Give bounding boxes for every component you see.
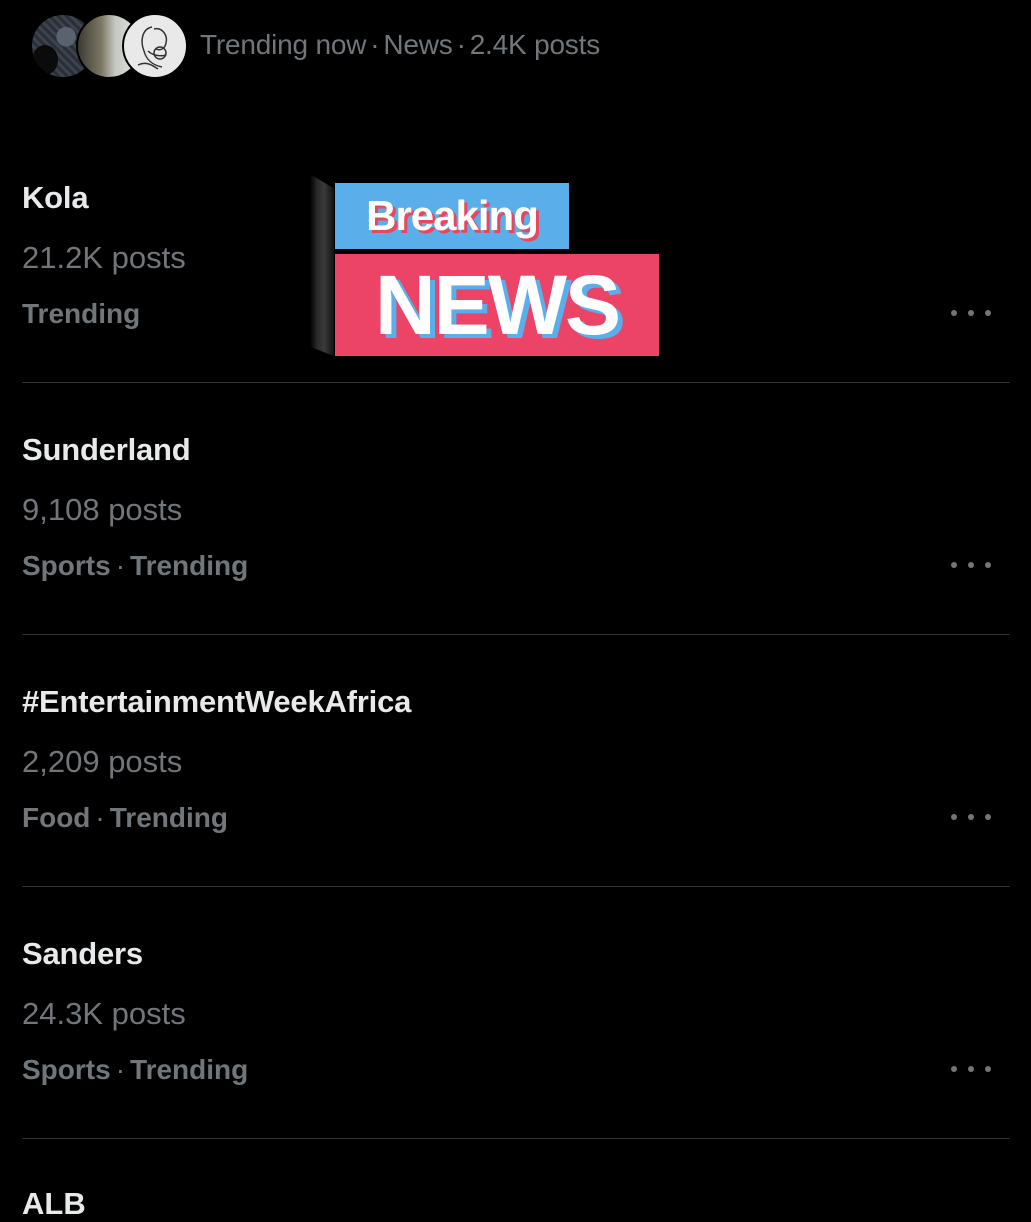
- trend-item[interactable]: #EntertainmentWeekAfrica 2,209 posts Foo…: [0, 684, 1031, 936]
- trend-item[interactable]: Sunderland 9,108 posts Sports · Trending: [0, 432, 1031, 684]
- more-horizontal-icon: [968, 814, 974, 820]
- trend-category: Sports: [22, 550, 111, 581]
- trend-item[interactable]: Sanders 24.3K posts Sports · Trending: [0, 936, 1031, 1188]
- breaking-banner: Breaking: [335, 183, 569, 249]
- divider: [22, 886, 1010, 887]
- separator: ·: [370, 29, 380, 60]
- trend-post-count: 9,108 posts: [22, 492, 183, 527]
- avatar: [122, 13, 188, 79]
- more-button[interactable]: [951, 300, 991, 326]
- trend-context: Trending: [22, 298, 140, 330]
- trend-name: Sunderland: [22, 432, 191, 467]
- more-horizontal-icon: [968, 562, 974, 568]
- header-post-count: 2.4K posts: [469, 29, 601, 60]
- trend-name: #EntertainmentWeekAfrica: [22, 684, 412, 719]
- more-horizontal-icon: [985, 814, 991, 820]
- more-horizontal-icon: [951, 814, 957, 820]
- trend-status: Trending: [109, 802, 228, 833]
- trend-status: Trending: [130, 550, 249, 581]
- more-horizontal-icon: [951, 562, 957, 568]
- more-button[interactable]: [951, 552, 991, 578]
- trend-post-count: 24.3K posts: [22, 996, 186, 1031]
- header-meta: Trending now · News · 2.4K posts: [200, 29, 600, 61]
- trend-context: Sports · Trending: [22, 550, 248, 582]
- trend-post-count: 2,209 posts: [22, 744, 183, 779]
- more-horizontal-icon: [968, 1066, 974, 1072]
- trend-status: Trending: [22, 298, 141, 329]
- more-horizontal-icon: [985, 310, 991, 316]
- trend-category: Sports: [22, 1054, 111, 1085]
- divider: [22, 1138, 1010, 1139]
- news-label: NEWS: [375, 257, 621, 352]
- more-horizontal-icon: [985, 1066, 991, 1072]
- header-category: News: [383, 29, 453, 60]
- trend-category: Food: [22, 802, 91, 833]
- trend-name: Kola: [22, 180, 89, 215]
- breaking-news-graphic: Breaking NEWS: [310, 174, 662, 358]
- trend-name: Sanders: [22, 936, 143, 971]
- separator: ·: [115, 1054, 126, 1085]
- mother-child-icon: [137, 26, 168, 70]
- separator: ·: [456, 29, 466, 60]
- trend-status: Trending: [130, 1054, 249, 1085]
- header-label: Trending now: [200, 29, 367, 60]
- trend-context: Food · Trending: [22, 802, 228, 834]
- more-horizontal-icon: [951, 1066, 957, 1072]
- divider: [22, 382, 1010, 383]
- graphic-side-bar: [310, 174, 334, 356]
- divider: [22, 634, 1010, 635]
- more-button[interactable]: [951, 804, 991, 830]
- trend-post-count: 21.2K posts: [22, 240, 186, 275]
- trending-header[interactable]: Trending now · News · 2.4K posts: [0, 0, 1031, 92]
- more-horizontal-icon: [985, 562, 991, 568]
- trend-name-partial[interactable]: ALB: [22, 1186, 86, 1222]
- avatar-stack: [30, 13, 188, 79]
- more-button[interactable]: [951, 1056, 991, 1082]
- more-horizontal-icon: [951, 310, 957, 316]
- breaking-label: Breaking: [366, 192, 539, 239]
- separator: ·: [95, 802, 105, 833]
- separator: ·: [115, 550, 126, 581]
- trend-context: Sports · Trending: [22, 1054, 248, 1086]
- more-horizontal-icon: [968, 310, 974, 316]
- news-banner: NEWS: [335, 254, 659, 356]
